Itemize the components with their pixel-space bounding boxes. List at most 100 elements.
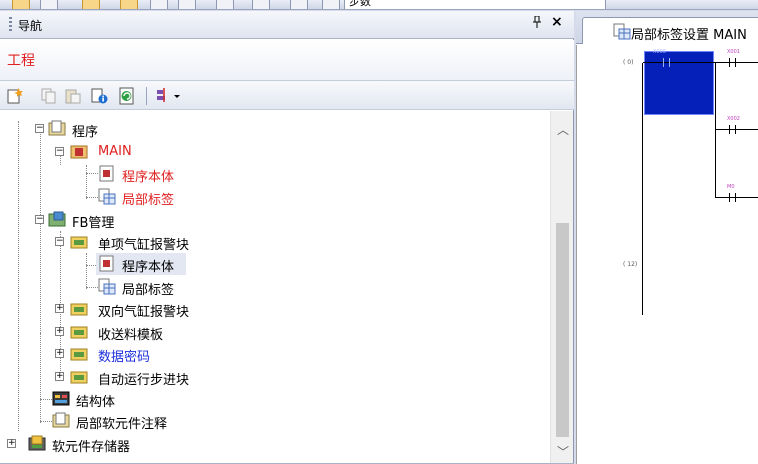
tree-item-struct[interactable]: 结构体 [0,388,550,410]
properties-icon[interactable] [90,87,108,105]
new-item-icon[interactable] [6,87,24,105]
scroll-down-icon[interactable]: ﹀ [557,443,569,460]
ladder-contact[interactable] [729,193,736,202]
tree-item-local-comments[interactable]: 局部软元件注释 [0,410,550,432]
contact-label: X001 [727,49,740,55]
copy-icon[interactable] [40,87,58,105]
toolbar-button-project[interactable] [12,0,30,9]
collapse-icon[interactable]: − [55,147,64,156]
ladder-wire [715,62,716,198]
toolbar-button-monitor[interactable] [216,0,234,9]
tree-item-label: 结构体 [76,395,116,410]
tab-local-label-settings-main[interactable]: 局部标签设置 MAIN [582,17,758,44]
tree-item-fb-data[interactable]: + 数据密码 [0,343,550,365]
toolbar-button-save[interactable] [40,0,58,9]
toolstrip-separator [146,87,147,105]
tree-vertical-scrollbar[interactable]: ︿ ﹀ [550,111,573,463]
tree-item-fb-single[interactable]: − 单项气缸报警块 [0,231,550,253]
expand-icon[interactable]: + [55,372,64,381]
tree-item-fb-single-program-body[interactable]: 程序本体 [96,253,186,275]
tree-item-label: 程序本体 [122,260,175,275]
navigation-toolstrip [0,80,574,110]
step-number: ( 0) [623,59,634,66]
tree-item-main-local-labels[interactable]: 局部标签 [0,186,550,208]
tree-item-fb-single-local-labels[interactable]: 局部标签 [0,276,550,298]
tree-item-label: 自动运行步进块 [98,373,190,388]
collapse-icon[interactable]: − [55,237,64,246]
tree-item-label: 单项气缸报警块 [98,238,190,253]
fb-block-icon [70,371,88,384]
collapse-icon[interactable]: − [35,215,44,224]
refresh-icon[interactable] [118,87,136,105]
tree-item-program[interactable]: − 程序 [0,118,550,140]
ladder-icon [99,255,114,272]
expand-icon[interactable]: + [7,439,16,448]
navigation-title: 导航 [18,19,43,33]
paste-icon[interactable] [64,87,82,105]
drag-grip[interactable] [9,17,12,33]
contact-label: M0 [727,184,735,190]
expand-icon[interactable]: + [55,327,64,336]
program-block-icon [70,145,88,159]
folder-icon [48,120,66,136]
pin-icon[interactable] [532,15,542,31]
scroll-up-icon[interactable]: ︿ [557,121,569,138]
navigation-pane: 导航 × 工程 − 程序 − MAIN 程序本体 局部标签 − FB管理 − 单… [0,11,574,464]
toolbar-button-view-c[interactable] [178,0,196,9]
tree-item-fb-feed[interactable]: + 收送料模板 [0,321,550,343]
step-combo[interactable]: 步数 [344,0,606,9]
toolbar-button-grid[interactable] [322,0,340,9]
ladder-contact[interactable] [729,125,736,134]
tree-item-fb-manage[interactable]: − FB管理 [0,209,550,231]
ladder-cursor[interactable] [644,51,714,115]
close-icon[interactable]: × [551,14,563,30]
tree-item-label: 收送料模板 [98,328,164,343]
ladder-contact[interactable] [663,58,670,67]
ladder-wire [715,197,758,198]
contact-label: X000 [653,49,666,55]
tree-item-label: 局部软元件注释 [76,417,168,432]
main-toolbar: 步数 [0,0,758,10]
step-number: ( 12) [623,261,638,268]
memory-icon [28,435,46,451]
tree-item-label: FB管理 [72,216,115,231]
app-window: 步数 导航 × 工程 − 程序 − MAIN 程序本体 局部标签 − FB管理 … [0,0,758,464]
editor-tabstrip: 局部标签设置 MAIN [576,11,758,44]
tab-label: 局部标签设置 MAIN [631,28,747,43]
toolbar-button-view-b[interactable] [150,0,168,9]
toolbar-button-view-a[interactable] [120,0,138,9]
toolbar-button-search[interactable] [252,0,270,9]
ladder-wire [715,129,758,130]
fb-block-icon [70,348,88,361]
fb-block-icon [70,326,88,339]
expand-icon[interactable]: + [55,349,64,358]
ladder-contact[interactable] [729,58,736,67]
collapse-icon[interactable]: − [35,124,44,133]
tree-item-label: MAIN [98,144,132,159]
tree-item-label: 程序本体 [122,170,175,185]
tree-item-label: 软元件存储器 [52,440,131,455]
folder-icon [52,412,70,428]
tree-item-fb-auto[interactable]: + 自动运行步进块 [0,366,550,388]
section-project[interactable]: 工程 [0,40,574,80]
label-table-icon [613,23,631,40]
tree-item-label: 数据密码 [98,350,151,365]
toolbar-button-navigation[interactable] [82,0,100,9]
tree-item-main-program-body[interactable]: 程序本体 [0,163,550,185]
fb-block-icon [70,236,88,249]
tree-item-label: 程序 [72,125,99,140]
label-table-icon [98,188,116,205]
ladder-editor[interactable]: ( 0) ( 12) X000 X001 X002 M0 [576,45,758,464]
tree-item-device-memory[interactable]: + 软元件存储器 [0,433,550,455]
label-table-icon [98,278,116,295]
fb-block-icon [70,303,88,316]
toolbar-button-tag[interactable] [290,0,308,9]
tree-item-fb-double[interactable]: + 双向气缸报警块 [0,298,550,320]
ladder-wire [643,62,758,63]
expand-icon[interactable]: + [55,304,64,313]
tree-item-main[interactable]: − MAIN [0,141,550,163]
project-tree: − 程序 − MAIN 程序本体 局部标签 − FB管理 − 单项气缸报警块 程… [0,111,550,461]
tree-item-label: 局部标签 [122,193,175,208]
scroll-thumb[interactable] [556,223,569,437]
sort-dropdown-icon[interactable] [154,87,182,105]
